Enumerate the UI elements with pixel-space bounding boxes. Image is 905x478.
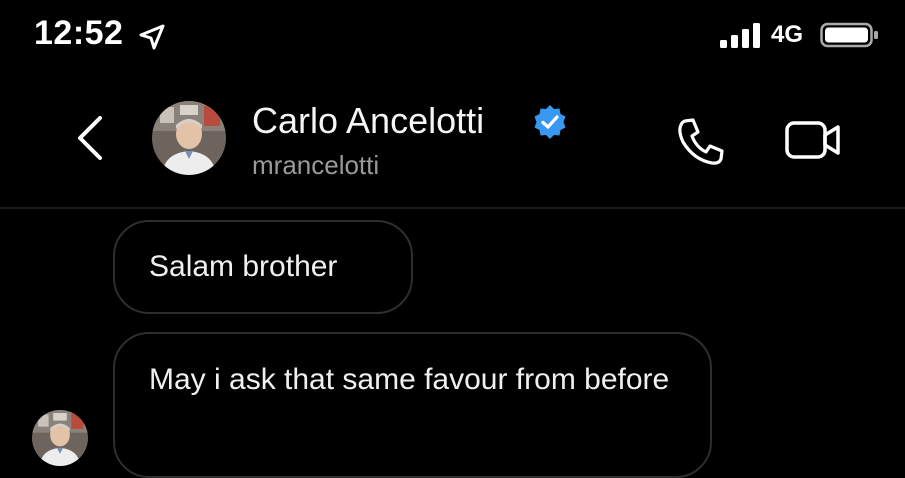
message-bubble[interactable]: Salam brother: [113, 220, 413, 314]
header-divider: [0, 207, 905, 209]
contact-username[interactable]: mrancelotti: [252, 150, 379, 181]
status-time: 12:52: [34, 14, 124, 52]
status-bar: 12:52 4G: [0, 0, 905, 70]
profile-photo-icon: [32, 410, 88, 466]
contact-name[interactable]: Carlo Ancelotti: [252, 100, 484, 142]
battery-icon: [820, 22, 878, 48]
message-text: Salam brother: [149, 250, 338, 283]
network-type: 4G: [771, 21, 804, 48]
back-chevron-icon[interactable]: [70, 112, 110, 164]
phone-call-icon[interactable]: [674, 116, 730, 168]
video-call-icon[interactable]: [784, 118, 844, 162]
avatar[interactable]: [152, 101, 226, 175]
location-arrow-icon: [139, 24, 165, 50]
chat-header: Carlo Ancelotti mrancelotti: [0, 80, 905, 200]
profile-photo-icon: [152, 101, 226, 175]
message-bubble[interactable]: May i ask that same favour from before: [113, 332, 712, 478]
sender-avatar[interactable]: [32, 410, 88, 466]
message-text: May i ask that same favour from before: [149, 363, 670, 396]
verified-badge-icon: [534, 105, 566, 139]
signal-bars-icon: [720, 23, 760, 48]
